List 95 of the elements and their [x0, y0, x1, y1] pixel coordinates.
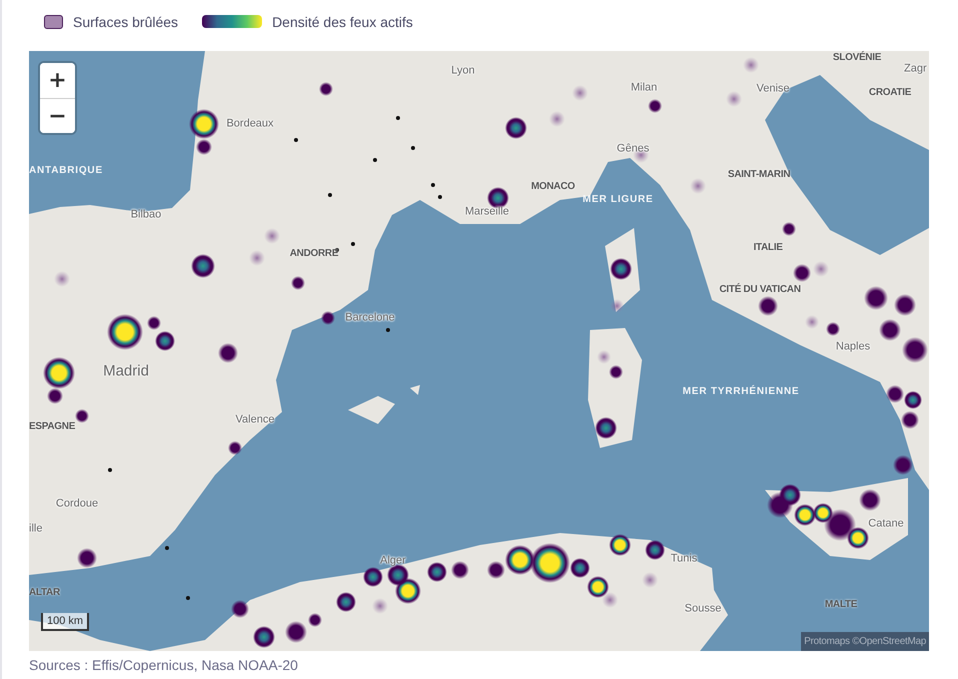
place-label: Milan [630, 82, 658, 94]
fire-density-spot [758, 296, 778, 316]
fire-density-spot [54, 271, 70, 287]
fire-density-spot [597, 350, 611, 364]
legend-label: Densité des feux actifs [272, 14, 413, 30]
fire-density-spot [602, 592, 618, 608]
fire-density-spot [77, 548, 97, 568]
map-attribution[interactable]: Protomaps ©OpenStreetMap [801, 632, 929, 651]
fire-density-spot [794, 504, 816, 526]
fire-density-spot [610, 299, 624, 313]
place-label: Madrid [103, 364, 149, 378]
fire-density-spot [793, 264, 811, 282]
place-label: Lyon [451, 66, 475, 76]
place-label: Cordoue [56, 498, 98, 510]
place-label: Valence [236, 414, 274, 426]
fire-density-spot [904, 391, 922, 409]
fire-density-spot [743, 57, 759, 73]
fire-density-spot [894, 294, 916, 316]
fire-density-spot [642, 572, 658, 588]
fire-density-spot [75, 409, 89, 423]
place-label: Venise [756, 84, 790, 94]
sources-note: Sources : Effis/Copernicus, Nasa NOAA-20 [28, 656, 299, 673]
fire-density-spot [253, 626, 275, 648]
fire-density-spot [893, 455, 913, 475]
fire-density-spot [879, 319, 901, 341]
burned-area-swatch [44, 14, 63, 28]
fire-density-spot [782, 222, 796, 236]
fire-density-spot [363, 567, 383, 587]
fire-density-spot [859, 489, 881, 511]
fire-density-spot [372, 598, 388, 614]
fire-density-spot [395, 578, 421, 604]
fire-density-spot [319, 82, 333, 96]
place-label: MER TYRRHÉNIENNE [682, 387, 800, 397]
place-label: Gênes [616, 144, 650, 154]
place-label: SAINT-MARIN [728, 170, 790, 180]
fire-density-spot [901, 411, 919, 429]
place-label: SLOVÉNIE [832, 53, 882, 63]
fire-density-spot [610, 258, 632, 280]
place-label: Naples [836, 342, 870, 352]
place-label: CITÉ DU VATICAN [719, 285, 801, 295]
place-label: MER LIGURE [582, 195, 654, 205]
fire-density-spot [690, 178, 706, 194]
fire-density-spot [648, 99, 662, 113]
fire-density-spot [427, 562, 447, 582]
place-label: Alger [380, 556, 406, 566]
place-label: Barcelone [345, 312, 395, 324]
fire-density-spot [321, 311, 335, 325]
fire-density-spot [726, 91, 742, 107]
fire-density-spot [779, 484, 801, 506]
fire-density-spot [387, 564, 409, 586]
place-label: Zagr [904, 64, 927, 74]
scale-bar: 100 km [41, 613, 90, 631]
fire-density-spot [505, 117, 527, 139]
place-label: Bilbao [130, 210, 162, 220]
fire-density-spot [902, 337, 928, 363]
fire-density-spot [218, 343, 238, 363]
place-label: Bordeaux [226, 118, 274, 130]
fire-density-spot [595, 417, 617, 439]
place-label: MONACO [531, 182, 575, 192]
place-label: Sousse [684, 604, 722, 614]
place-label: ANDORRE [290, 249, 338, 259]
fire-density-spot [147, 316, 161, 330]
place-label: ANTABRIQUE [29, 166, 103, 176]
fire-density-spot [826, 322, 840, 336]
fire-density-spot [107, 314, 143, 350]
place-label: Catane [868, 518, 904, 530]
fire-density-spot [191, 254, 215, 278]
fire-density-spot [264, 228, 280, 244]
place-label: ITALIE [753, 243, 783, 253]
fire-density-spot [864, 286, 888, 310]
zoom-out-button[interactable]: − [40, 98, 75, 133]
fire-density-spot [609, 365, 623, 379]
fire-density-spot [549, 111, 565, 127]
fire-density-spot [336, 592, 356, 612]
fire-density-spot [451, 561, 469, 579]
place-label: Marseille [465, 206, 509, 218]
fire-density-spot [886, 385, 904, 403]
place-label: ESPAGNE [29, 422, 76, 432]
place-label: ALTAR [29, 588, 60, 598]
fire-density-spot [231, 600, 249, 618]
place-label: ille [29, 524, 42, 534]
legend-label: Surfaces brûlées [73, 14, 178, 30]
density-color-ramp [202, 15, 262, 28]
fire-density-spot [813, 261, 829, 277]
fire-density-spot [572, 85, 588, 101]
fire-density-spot [249, 250, 265, 266]
place-label: CROATIE [868, 88, 912, 98]
fire-density-spot [291, 276, 305, 290]
fire-density-spot [609, 534, 631, 556]
fire-density-spot [587, 576, 609, 598]
fire-density-spot [155, 331, 175, 351]
fire-density-spot [805, 315, 819, 329]
fire-density-spot [645, 540, 665, 560]
place-label: MALTE [824, 600, 858, 610]
fire-density-spot [228, 441, 242, 455]
